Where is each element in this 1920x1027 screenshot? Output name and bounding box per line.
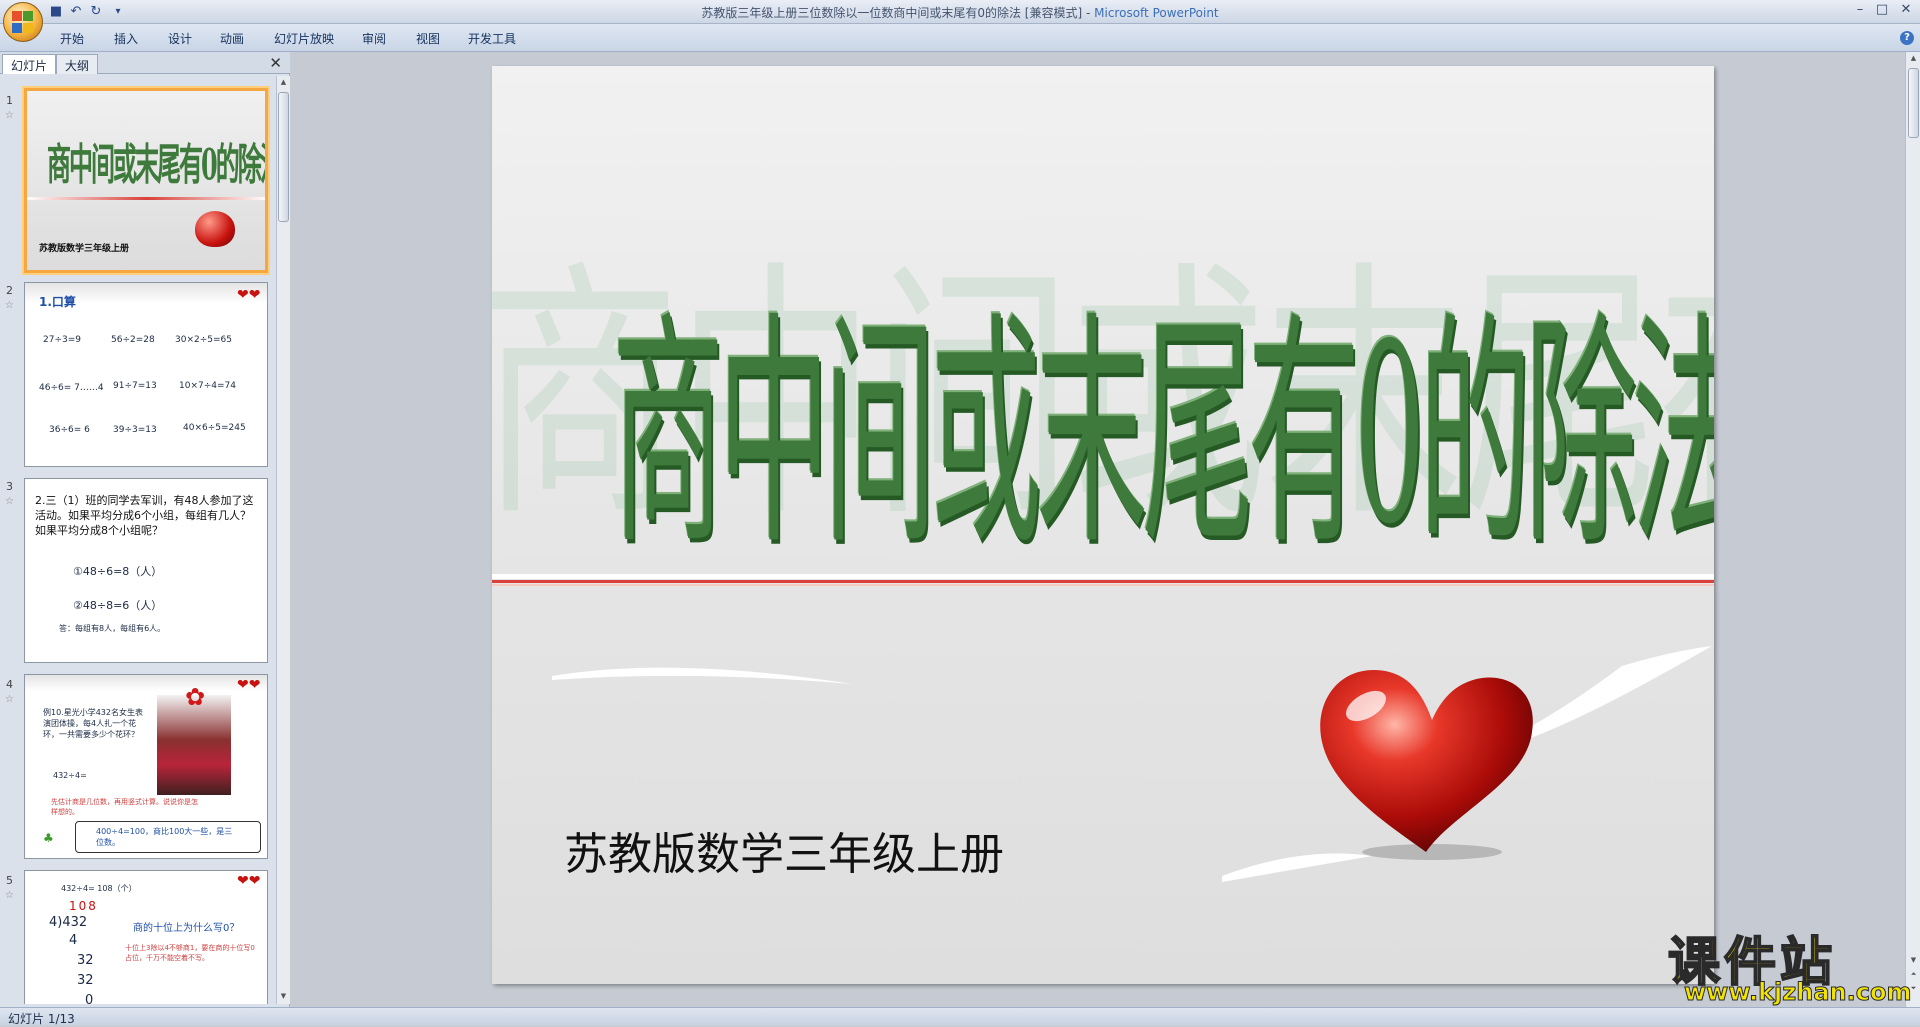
flower-wreath-icon: ✿ [185,683,206,711]
thumb-item: 30×2÷5=65 [175,335,232,345]
status-bar: 幻灯片 1/13 [0,1007,1920,1026]
thumb-item: 27÷3=9 [43,335,81,345]
animation-star-icon: ☆ [5,496,14,507]
thumb-item: 10×7÷4=74 [179,381,236,391]
tab-developer[interactable]: 开发工具 [468,30,516,47]
thumb-eq: 432÷4= [53,771,87,780]
animation-star-icon: ☆ [5,110,14,121]
brand-url: www.kjzhan.com [1683,978,1912,1007]
help-icon[interactable]: ? [1900,31,1914,45]
office-logo-icon [12,11,34,33]
thumbnail-list: 1 ☆ 商中间或末尾有0的除法 苏教版数学三年级上册 2 ☆ ❤❤ 1.口算 2… [0,76,275,1004]
thumb-line: ①48÷6=8（人） [73,565,163,578]
scroll-down-icon[interactable]: ▼ [1908,956,1919,966]
thumb-note: 十位上3除以4不够商1，要在商的十位写0占位，千万不能空着不写。 [125,944,255,962]
editor-scrollbar[interactable]: ▲ ▼ ⏶ ⏷ [1905,52,1920,1007]
thumb-header [25,675,267,691]
maximize-icon[interactable]: □ [1872,2,1892,20]
thumb-number: 3 [6,480,13,493]
tab-home[interactable]: 开始 [60,30,84,47]
brand-watermark: 课件站 www.kjzhan.com [1667,920,1912,1010]
heart-icon [1320,670,1533,860]
thumb-step: 0 [85,993,94,1004]
slide-divider [492,574,1714,586]
tab-animation[interactable]: 动画 [220,30,244,47]
tab-review[interactable]: 审阅 [362,30,386,47]
thumb-eq: 432÷4= 108（个） [61,884,137,893]
thumb-number: 4 [6,678,13,691]
scroll-thumb[interactable] [1908,68,1919,138]
slides-panel: 幻灯片 大纲 ✕ 1 ☆ 商中间或末尾有0的除法 苏教版数学三年级上册 2 ☆ … [0,52,290,1007]
thumb-heading: 1.口算 [39,295,76,309]
thumb-dividend: 4)432 [49,915,88,930]
scroll-down-icon[interactable]: ▼ [278,992,289,1002]
thumb-item: 46÷6= 7……4 [39,383,104,393]
animation-star-icon: ☆ [5,890,14,901]
slide-indicator: 幻灯片 1/13 [8,1012,75,1026]
hearts-icon: ❤❤ [237,677,261,693]
thumb-item: 91÷7=13 [113,381,157,391]
scroll-up-icon[interactable]: ▲ [278,78,289,88]
current-slide[interactable]: 商中间或末尾有0的除法 商中间或末尾有0的除法 苏教版数学三年级上册 [492,66,1714,984]
slide-thumbnail-5[interactable]: ❤❤ 432÷4= 108（个） 108 4)432 4 32 32 0 商的十… [24,870,268,1004]
thumb-item: 40×6÷5=245 [183,423,246,433]
thumb-number: 5 [6,874,13,887]
slide-thumbnail-3[interactable]: 2.三（1）班的同学去军训，有48人参加了这活动。如果平均分成6个小组，每组有几… [24,478,268,663]
office-button[interactable] [3,2,43,42]
thumb-number: 2 [6,284,13,297]
slide-subtitle[interactable]: 苏教版数学三年级上册 [564,818,1004,882]
thumb-quotient: 108 [69,899,98,913]
thumb-callout: 400÷4=100，商比100大一些，是三位数。 [75,821,261,853]
thumb-step: 4 [69,933,78,948]
thumb-question: 2.三（1）班的同学去军训，有48人参加了这活动。如果平均分成6个小组，每组有几… [35,494,254,537]
thumbnail-scrollbar[interactable]: ▲ ▼ [276,76,290,1004]
animation-star-icon: ☆ [5,300,14,311]
mascot-icon: ♣ [43,831,54,845]
tab-insert[interactable]: 插入 [114,30,138,47]
hearts-icon: ❤❤ [237,873,261,889]
slide-title[interactable]: 商中间或末尾有0的除法 [612,236,1714,592]
close-icon[interactable]: ✕ [1896,2,1916,20]
brush-stroke-left [552,667,852,684]
thumb-line: ②48÷8=6（人） [73,599,163,612]
window-title: 苏教版三年级上册三位数除以一位数商中间或末尾有0的除法 [兼容模式] - Mic… [701,6,1219,20]
scroll-up-icon[interactable]: ▲ [1908,54,1919,64]
heart-icon [195,211,235,247]
thumb-item: 39÷3=13 [113,425,157,435]
title-bar: ■ ↶ ↻ ▾ 苏教版三年级上册三位数除以一位数商中间或末尾有0的除法 [兼容模… [0,0,1920,24]
tab-view[interactable]: 视图 [416,30,440,47]
tab-outline[interactable]: 大纲 [56,54,99,74]
scroll-thumb[interactable] [278,92,289,222]
panel-close-icon[interactable]: ✕ [269,54,282,72]
tab-design[interactable]: 设计 [168,30,192,47]
minimize-icon[interactable]: – [1850,2,1870,20]
thumb-step: 32 [77,953,94,968]
hearts-icon: ❤❤ [237,287,261,303]
thumb-problem: 例10.星光小学432名女生表演团体操，每4人扎一个花环，一共需要多少个花环？ [43,708,143,739]
animation-star-icon: ☆ [5,694,14,705]
panel-tabs: 幻灯片 大纲 ✕ [0,52,290,74]
thumb-step: 32 [77,973,94,988]
thumb-number: 1 [6,94,13,107]
tab-slideshow[interactable]: 幻灯片放映 [274,30,334,47]
thumb-line: 答：每组有8人，每组有6人。 [59,624,166,633]
slide-thumbnail-4[interactable]: ❤❤ 例10.星光小学432名女生表演团体操，每4人扎一个花环，一共需要多少个花… [24,674,268,859]
thumb-item: 56÷2=28 [111,335,155,345]
slide-thumbnail-2[interactable]: ❤❤ 1.口算 27÷3=9 56÷2=28 30×2÷5=65 46÷6= 7… [24,282,268,467]
thumb-divider [27,197,265,200]
thumb-title: 商中间或末尾有0的除法 [47,138,268,191]
tab-slides[interactable]: 幻灯片 [2,54,57,74]
thumb-question: 商的十位上为什么写0？ [133,923,240,934]
thumb-item: 36÷6= 6 [49,425,90,435]
thumb-subtitle: 苏教版数学三年级上册 [39,244,130,254]
ribbon: 开始 插入 设计 动画 幻灯片放映 审阅 视图 开发工具 ? [0,24,1920,52]
thumb-hint: 先估计商是几位数，再用竖式计算。说说你是怎样想的。 [51,798,198,816]
slide-thumbnail-1[interactable]: 商中间或末尾有0的除法 苏教版数学三年级上册 [24,88,268,273]
